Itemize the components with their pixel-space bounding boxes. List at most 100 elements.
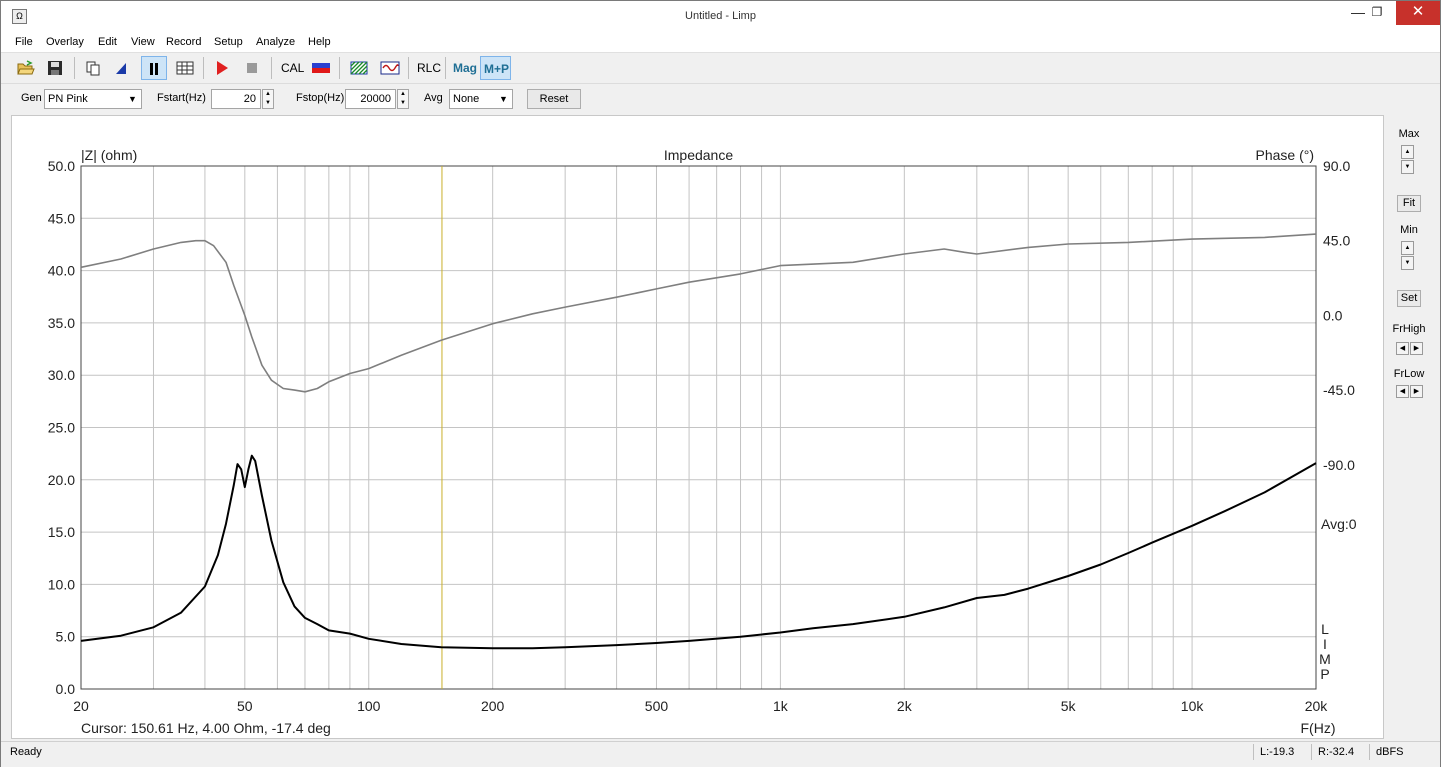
chart-title: Impedance <box>664 147 733 163</box>
frhigh-label: FrHigh <box>1392 323 1426 335</box>
fstop-stepper[interactable]: ▲ ▼ <box>397 89 409 109</box>
y-left-tick-label: 15.0 <box>48 524 75 540</box>
status-bar: Ready L:-19.3 R:-32.4 dBFS <box>1 741 1440 767</box>
menu-record[interactable]: Record <box>166 36 201 48</box>
frlow-right-button[interactable]: ▶ <box>1410 385 1423 398</box>
status-right-level: R:-32.4 <box>1318 746 1355 758</box>
color-bar-icon <box>312 63 330 73</box>
menu-edit[interactable]: Edit <box>98 36 117 48</box>
table-button[interactable] <box>172 56 198 80</box>
max-up-button[interactable]: ▲ <box>1401 145 1414 159</box>
x-tick-label: 20 <box>73 698 89 714</box>
stop-button[interactable] <box>240 56 266 80</box>
x-tick-label: 200 <box>481 698 505 714</box>
frlow-left-button[interactable]: ◀ <box>1396 385 1409 398</box>
y-right-axis-label: Phase (°) <box>1255 147 1314 163</box>
status-divider <box>1253 744 1254 760</box>
gen-select[interactable]: PN Pink ▼ <box>44 89 142 109</box>
y-left-tick-label: 35.0 <box>48 315 75 331</box>
impedance-magnitude-line <box>80 454 1317 650</box>
menu-help[interactable]: Help <box>308 36 331 48</box>
title-bar: Ω Untitled - Limp — ❐ ✕ <box>1 1 1440 32</box>
pause-button[interactable] <box>141 56 167 80</box>
toolbar-separator <box>203 57 204 79</box>
min-label: Min <box>1400 224 1418 236</box>
menu-file[interactable]: File <box>15 36 33 48</box>
cal-button[interactable]: CAL <box>281 61 304 75</box>
close-button[interactable]: ✕ <box>1396 1 1440 25</box>
rlc-button[interactable]: RLC <box>417 61 441 75</box>
menu-overlay[interactable]: Overlay <box>46 36 84 48</box>
y-left-tick-label: 45.0 <box>48 210 75 226</box>
status-ready: Ready <box>10 746 42 758</box>
toolbar-separator <box>408 57 409 79</box>
fit-button[interactable]: Fit <box>1397 195 1421 212</box>
x-axis-label: F(Hz) <box>1301 720 1336 736</box>
y-left-tick-label: 10.0 <box>48 576 75 592</box>
params-bar: Gen PN Pink ▼ Fstart(Hz) 20 ▲ ▼ Fstop(Hz)… <box>1 85 1440 113</box>
color-button[interactable] <box>307 56 333 80</box>
x-tick-label: 500 <box>645 698 669 714</box>
fstart-stepper[interactable]: ▲ ▼ <box>262 89 274 109</box>
min-up-button[interactable]: ▲ <box>1401 241 1414 255</box>
mag-button[interactable]: Mag <box>453 61 477 75</box>
x-tick-label: 2k <box>897 698 913 714</box>
hatch-button[interactable] <box>346 56 372 80</box>
y-right-tick-label: -45.0 <box>1323 382 1355 398</box>
frhigh-right-button[interactable]: ▶ <box>1410 342 1423 355</box>
x-tick-label: 5k <box>1061 698 1077 714</box>
min-down-button[interactable]: ▼ <box>1401 256 1414 270</box>
toolbar: CAL RLC Mag M+P <box>1 54 1440 84</box>
y-left-tick-label: 40.0 <box>48 263 75 279</box>
scale-panel: Max ▲ ▼ Fit Min ▲ ▼ Set FrHigh ◀ ▶ FrLow… <box>1386 115 1440 739</box>
frhigh-left-button[interactable]: ◀ <box>1396 342 1409 355</box>
max-down-button[interactable]: ▼ <box>1401 160 1414 174</box>
chevron-down-icon: ▼ <box>499 94 508 104</box>
sine-button[interactable] <box>376 56 402 80</box>
fstart-label: Fstart(Hz) <box>157 92 206 104</box>
limp-logo-letter: I <box>1323 636 1327 652</box>
maximize-button[interactable]: ❐ <box>1362 1 1392 25</box>
reset-button[interactable]: Reset <box>527 89 581 109</box>
open-button[interactable] <box>13 56 39 80</box>
toolbar-separator <box>339 57 340 79</box>
y-right-tick-label: 90.0 <box>1323 158 1350 174</box>
save-button[interactable] <box>43 56 69 80</box>
y-left-axis-label: |Z| (ohm) <box>81 147 137 163</box>
save-icon <box>48 61 62 75</box>
status-divider <box>1369 744 1370 760</box>
x-tick-label: 1k <box>773 698 789 714</box>
x-tick-label: 50 <box>237 698 253 714</box>
chart-panel: 0.0 5.0 10.0 15.0 20.0 25.0 30.0 35.0 40.0 45.0 50… <box>11 115 1384 739</box>
phase-line <box>80 233 1317 393</box>
play-button[interactable] <box>210 56 236 80</box>
copy-icon <box>86 61 100 76</box>
pause-icon <box>150 63 158 75</box>
set-button[interactable]: Set <box>1397 290 1421 307</box>
menu-view[interactable]: View <box>131 36 155 48</box>
play-icon <box>217 61 228 75</box>
fstop-input[interactable]: 20000 <box>345 89 396 109</box>
limp-logo-letter: L <box>1321 621 1329 637</box>
status-unit: dBFS <box>1376 746 1404 758</box>
menu-setup[interactable]: Setup <box>214 36 243 48</box>
avg-label: Avg:0 <box>1321 516 1357 532</box>
mp-button[interactable]: M+P <box>484 62 509 76</box>
avg-select[interactable]: None ▼ <box>449 89 513 109</box>
max-label: Max <box>1398 128 1420 140</box>
fstart-input[interactable]: 20 <box>211 89 261 109</box>
fstop-label: Fstop(Hz) <box>296 92 345 104</box>
impedance-chart[interactable]: 0.0 5.0 10.0 15.0 20.0 25.0 30.0 35.0 40.0 45.0 50… <box>12 116 1383 738</box>
mp-button-frame[interactable]: M+P <box>480 56 511 80</box>
table-icon <box>176 61 194 75</box>
menu-analyze[interactable]: Analyze <box>256 36 295 48</box>
sine-wave-icon <box>380 61 400 75</box>
marker-button[interactable] <box>109 56 135 80</box>
copy-button[interactable] <box>81 56 107 80</box>
open-folder-icon <box>17 60 35 75</box>
y-left-tick-label: 20.0 <box>48 472 75 488</box>
y-left-tick-label: 5.0 <box>56 629 76 645</box>
toolbar-separator <box>74 57 75 79</box>
avg-value: None <box>453 93 480 105</box>
y-left-tick-label: 50.0 <box>48 158 75 174</box>
